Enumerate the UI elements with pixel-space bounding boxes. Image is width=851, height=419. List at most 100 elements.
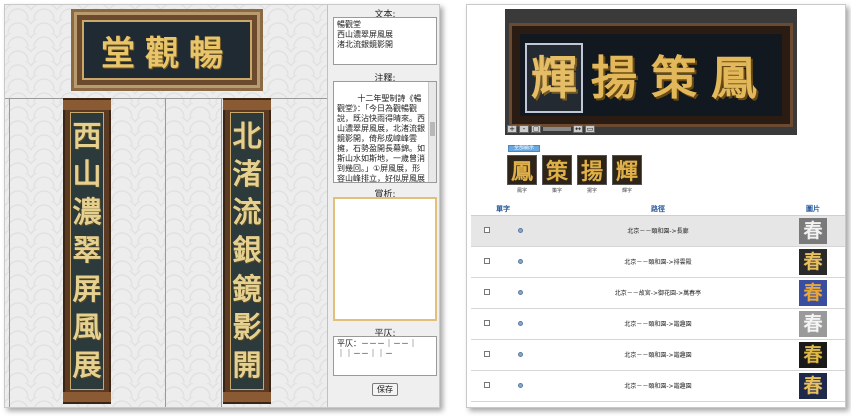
character-thumbnail[interactable]: 輝輝字 bbox=[612, 155, 642, 194]
table-row[interactable]: 北京－－頤和園->諧趣園春 bbox=[471, 370, 845, 402]
couplet-character: 屏 bbox=[72, 271, 102, 306]
page: 堂觀暢 西山濃翠屏風展 北渚流銀鏡影開 文本: 暢觀堂 西山濃翠屏風展 渚北流銀… bbox=[0, 0, 851, 419]
column-header: 路徑 bbox=[535, 203, 781, 216]
select-cell bbox=[471, 339, 535, 371]
table-row[interactable]: 北京－－頤和園->諧趣園春 bbox=[471, 308, 845, 340]
thumbnail-glyph: 揚 bbox=[577, 155, 607, 185]
pan-icon[interactable]: ↔ bbox=[573, 125, 583, 133]
thumbnail-caption: 策字 bbox=[551, 188, 562, 194]
column-header: 單字 bbox=[471, 203, 535, 216]
zoom-slider[interactable] bbox=[543, 127, 571, 131]
image-cell: 春 bbox=[781, 339, 845, 371]
plaque-image: 堂觀暢 bbox=[71, 9, 263, 91]
notes-scrollbar[interactable] bbox=[428, 82, 436, 182]
divider-line bbox=[221, 98, 222, 407]
character-image[interactable]: 春 bbox=[799, 248, 827, 275]
couplet-character: 西 bbox=[72, 118, 102, 153]
image-cell: 春 bbox=[781, 246, 845, 278]
select-cell bbox=[471, 277, 535, 309]
column-header: 圖片 bbox=[781, 203, 845, 216]
path-cell: 北京－－頤和園->排雲殿 bbox=[535, 246, 781, 278]
character-image[interactable]: 春 bbox=[799, 310, 827, 337]
image-cell: 春 bbox=[781, 277, 845, 309]
left-couplet-scroll: 西山濃翠屏風展 bbox=[63, 98, 111, 404]
table-row[interactable]: 北京－－頤和園->長廊春 bbox=[471, 215, 845, 247]
row-checkbox[interactable] bbox=[483, 226, 490, 233]
divider-line bbox=[165, 98, 166, 407]
couplet-character: 開 bbox=[232, 348, 262, 383]
table-row[interactable]: 北京－－頤和園->諧趣園春 bbox=[471, 339, 845, 371]
divider-line bbox=[9, 98, 10, 407]
couplet-character: 風 bbox=[72, 310, 102, 345]
path-cell: 北京－－頤和園->諧趣園 bbox=[535, 339, 781, 371]
character-thumbnail[interactable]: 策策字 bbox=[542, 155, 572, 194]
path-cell: 北京－－故宮->御花園->萬春亭 bbox=[535, 277, 781, 309]
info-icon[interactable] bbox=[517, 320, 523, 326]
annotation-sidebar: 文本: 暢觀堂 西山濃翠屏風展 渚北流銀鏡影開 注釋: 十二年聖制詩《暢觀堂》：… bbox=[327, 5, 439, 407]
character-search-panel: 輝揚策鳳 + - ▢ ↔ ▭ 全部顯示 鳳鳳字策策字揚揚字輝輝字 單字 路徑 圖… bbox=[466, 4, 846, 408]
row-checkbox[interactable] bbox=[483, 288, 490, 295]
character-thumbnail[interactable]: 揚揚字 bbox=[577, 155, 607, 194]
tones-textarea[interactable]: 平仄：－－－｜－－｜ ｜｜－－｜｜－ bbox=[333, 336, 437, 376]
couplet-character: 渚 bbox=[232, 156, 262, 191]
couplet-character: 翠 bbox=[72, 233, 102, 268]
divider-line bbox=[5, 98, 327, 99]
appreciation-textarea[interactable] bbox=[333, 197, 437, 321]
character-image[interactable]: 春 bbox=[799, 341, 827, 368]
table-row[interactable]: 北京－－故宮->御花園->萬春亭春 bbox=[471, 277, 845, 309]
couplet-editor-panel: 堂觀暢 西山濃翠屏風展 北渚流銀鏡影開 文本: 暢觀堂 西山濃翠屏風展 渚北流銀… bbox=[4, 4, 440, 408]
thumbnail-caption: 鳳字 bbox=[516, 188, 527, 194]
plaque-text: 堂觀暢 bbox=[101, 33, 233, 74]
plaque-photo: 輝揚策鳳 bbox=[505, 9, 797, 135]
thumbnail-glyph: 鳳 bbox=[507, 155, 537, 185]
couplet-character: 鏡 bbox=[232, 271, 262, 306]
row-checkbox[interactable] bbox=[483, 350, 490, 357]
couplet-character: 銀 bbox=[232, 233, 262, 268]
select-rect-icon[interactable]: ▭ bbox=[585, 125, 595, 133]
zoom-in-icon[interactable]: + bbox=[507, 125, 517, 133]
table-row[interactable]: 北京－－頤和園->排雲殿春 bbox=[471, 246, 845, 278]
zoom-out-icon[interactable]: - bbox=[519, 125, 529, 133]
info-icon[interactable] bbox=[517, 289, 523, 295]
select-cell bbox=[471, 215, 535, 247]
couplet-character: 流 bbox=[232, 195, 262, 230]
select-cell bbox=[471, 308, 535, 340]
select-cell bbox=[471, 370, 535, 402]
character-image[interactable]: 春 bbox=[799, 217, 827, 244]
couplet-character: 影 bbox=[232, 310, 262, 345]
text-textarea[interactable]: 暢觀堂 西山濃翠屏風展 渚北流銀鏡影開 bbox=[333, 17, 437, 65]
path-cell: 北京－－頤和園->諧趣園 bbox=[535, 370, 781, 402]
character-results-table: 單字 路徑 圖片 北京－－頤和園->長廊春北京－－頤和園->排雲殿春北京－－故宮… bbox=[471, 203, 845, 402]
selection-box[interactable] bbox=[525, 43, 583, 113]
path-cell: 北京－－頤和園->長廊 bbox=[535, 215, 781, 247]
image-toolbar: + - ▢ ↔ ▭ bbox=[507, 125, 595, 135]
right-couplet-scroll: 北渚流銀鏡影開 bbox=[223, 98, 271, 404]
couplet-character: 山 bbox=[72, 156, 102, 191]
character-thumbnails: 鳳鳳字策策字揚揚字輝輝字 bbox=[507, 155, 642, 194]
couplet-character: 展 bbox=[72, 348, 102, 383]
save-button[interactable]: 保存 bbox=[372, 383, 398, 396]
couplet-character: 濃 bbox=[72, 195, 102, 230]
character-image[interactable]: 春 bbox=[799, 279, 827, 306]
notes-textarea[interactable]: 十二年聖制詩《暢觀堂》：「今日為觀暢觀說，既沾快雨得晴來。西山濃翠屏風展，北渚流… bbox=[333, 81, 437, 183]
info-icon[interactable] bbox=[517, 351, 523, 357]
image-cell: 春 bbox=[781, 308, 845, 340]
thumbnail-caption: 輝字 bbox=[621, 188, 632, 194]
show-all-tag[interactable]: 全部顯示 bbox=[508, 145, 540, 152]
row-checkbox[interactable] bbox=[483, 257, 490, 264]
character-thumbnail[interactable]: 鳳鳳字 bbox=[507, 155, 537, 194]
thumbnail-caption: 揚字 bbox=[586, 188, 597, 194]
image-cell: 春 bbox=[781, 370, 845, 402]
info-icon[interactable] bbox=[517, 227, 523, 233]
path-cell: 北京－－頤和園->諧趣園 bbox=[535, 308, 781, 340]
info-icon[interactable] bbox=[517, 258, 523, 264]
info-icon[interactable] bbox=[517, 382, 523, 388]
thumbnail-glyph: 策 bbox=[542, 155, 572, 185]
thumbnail-glyph: 輝 bbox=[612, 155, 642, 185]
select-cell bbox=[471, 246, 535, 278]
fit-icon[interactable]: ▢ bbox=[531, 125, 541, 133]
row-checkbox[interactable] bbox=[483, 319, 490, 326]
couplet-character: 北 bbox=[232, 118, 262, 153]
character-image[interactable]: 春 bbox=[799, 372, 827, 399]
row-checkbox[interactable] bbox=[483, 381, 490, 388]
